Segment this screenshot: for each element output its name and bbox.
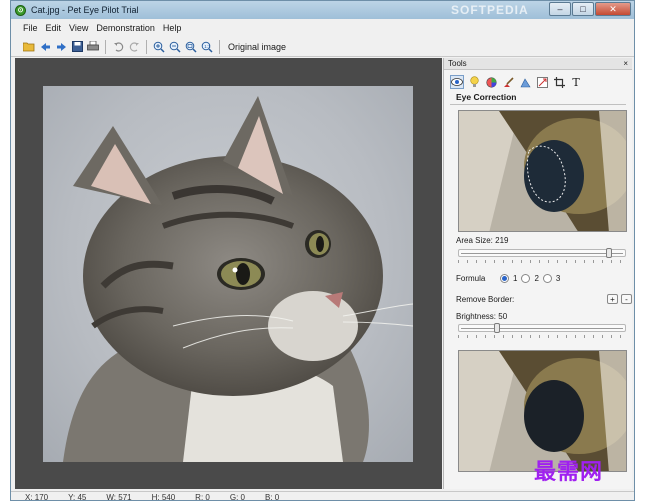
remove-border-plus-button[interactable]: + — [607, 294, 618, 304]
color-wheel-tool-icon[interactable] — [484, 75, 498, 89]
menu-file[interactable]: File — [23, 23, 38, 33]
maximize-button[interactable]: □ — [572, 2, 594, 16]
formula-option-3: 3 — [555, 274, 561, 283]
back-arrow-icon[interactable] — [39, 41, 51, 53]
eye-correction-tool-icon[interactable] — [450, 75, 464, 89]
zoom-out-icon[interactable] — [169, 41, 181, 53]
menu-view[interactable]: View — [69, 23, 88, 33]
zoom-fit-icon[interactable] — [185, 41, 197, 53]
tools-panel-close-icon[interactable]: × — [623, 59, 628, 68]
formula-row: Formula 1 2 3 — [456, 274, 560, 283]
toolbar-separator — [219, 39, 220, 54]
brightness-ticks — [458, 335, 626, 338]
status-green: G: 0 — [229, 492, 245, 501]
area-size-ticks — [458, 260, 626, 263]
tools-panel-header: Tools × — [444, 58, 632, 70]
window-controls: – □ ✕ — [549, 2, 631, 16]
toolbar-separator — [105, 39, 106, 54]
original-image-button[interactable]: Original image — [228, 42, 286, 52]
formula-option-2: 2 — [534, 274, 539, 283]
status-blue: B: 0 — [264, 492, 280, 501]
cat-photo — [43, 86, 413, 462]
adjust-tool-icon[interactable] — [518, 75, 532, 89]
text-tool-icon[interactable]: T — [569, 75, 583, 89]
app-logo-icon: ⊙ — [15, 4, 26, 16]
menu-bar: File Edit View Demonstration Help — [11, 19, 634, 37]
brightness-slider[interactable] — [458, 323, 626, 333]
window-title: Cat.jpg - Pet Eye Pilot Trial — [31, 5, 139, 15]
minimize-button[interactable]: – — [549, 2, 571, 16]
toolbar: 1:1 Original image — [11, 37, 634, 57]
status-x: X: 170 — [25, 492, 49, 501]
eye-correction-title: Eye Correction — [450, 90, 626, 105]
tools-panel-title: Tools — [448, 59, 467, 68]
menu-edit[interactable]: Edit — [46, 23, 62, 33]
area-size-label: Area Size: 219 — [456, 236, 509, 245]
print-icon[interactable] — [87, 41, 99, 53]
remove-border-label: Remove Border: — [456, 294, 515, 304]
close-button[interactable]: ✕ — [595, 2, 631, 16]
cat-illustration — [63, 96, 413, 462]
resize-tool-icon[interactable] — [535, 75, 549, 89]
formula-radio-3[interactable] — [542, 274, 552, 283]
title-bar[interactable]: ⊙ Cat.jpg - Pet Eye Pilot Trial SOFTPEDI… — [11, 1, 634, 19]
formula-option-1: 1 — [513, 274, 518, 283]
remove-border-minus-button[interactable]: - — [621, 294, 632, 304]
softpedia-watermark: SOFTPEDIA — [451, 3, 529, 17]
brush-tool-icon[interactable] — [501, 75, 515, 89]
menu-help[interactable]: Help — [163, 23, 182, 33]
menu-demonstration[interactable]: Demonstration — [96, 23, 155, 33]
forward-arrow-icon[interactable] — [55, 41, 67, 53]
eye-preview-before — [458, 110, 627, 232]
status-red: R: 0 — [195, 492, 210, 501]
status-bar: X: 170 Y: 45 W: 571 H: 540 R: 0 G: 0 B: … — [11, 491, 634, 501]
site-watermark: 最需网 — [534, 459, 604, 485]
formula-radio-2[interactable] — [521, 274, 531, 283]
lightbulb-tool-icon[interactable] — [467, 75, 481, 89]
area-size-slider-thumb[interactable] — [606, 248, 612, 258]
open-folder-icon[interactable] — [23, 41, 35, 53]
svg-text:1:1: 1:1 — [204, 44, 211, 49]
remove-border-buttons: + - — [607, 294, 632, 304]
formula-label: Formula — [456, 274, 486, 283]
status-height: H: 540 — [151, 492, 176, 501]
tools-panel: Tools × T Eye Correction Area Size: 219 … — [443, 58, 632, 489]
toolbar-separator — [146, 39, 147, 54]
brightness-slider-thumb[interactable] — [494, 323, 500, 333]
zoom-actual-icon[interactable]: 1:1 — [201, 41, 213, 53]
undo-icon[interactable] — [112, 41, 124, 53]
redo-icon[interactable] — [128, 41, 140, 53]
area-size-slider[interactable] — [458, 248, 626, 258]
tool-icon-row: T — [444, 70, 632, 90]
formula-radio-1[interactable] — [500, 274, 509, 283]
status-width: W: 571 — [106, 492, 132, 501]
remove-border-row: Remove Border: + - — [456, 294, 632, 304]
app-window: ⊙ Cat.jpg - Pet Eye Pilot Trial SOFTPEDI… — [10, 0, 635, 501]
save-icon[interactable] — [71, 41, 83, 53]
zoom-in-icon[interactable] — [153, 41, 165, 53]
crop-tool-icon[interactable] — [552, 75, 566, 89]
status-y: Y: 45 — [68, 492, 87, 501]
brightness-label: Brightness: 50 — [456, 312, 508, 321]
image-canvas[interactable] — [15, 58, 442, 489]
